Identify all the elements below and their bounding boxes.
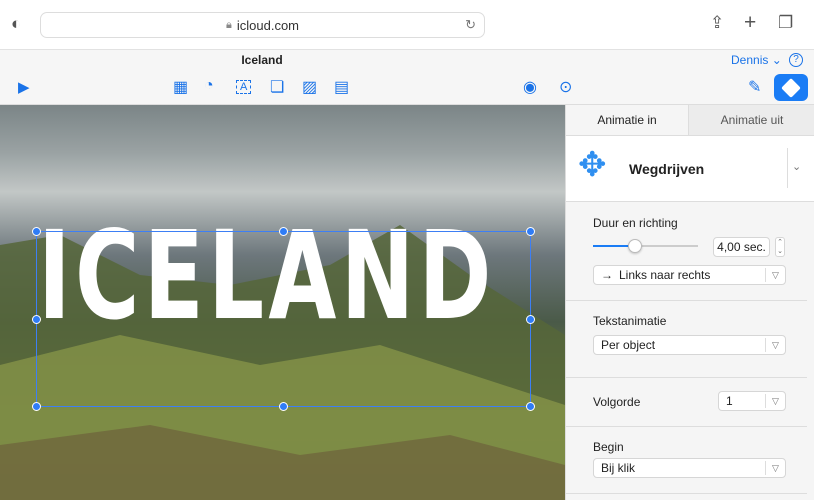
comment-icon[interactable]: ▤	[334, 77, 349, 97]
begin-select[interactable]: Bij klik ▽	[593, 458, 786, 478]
resize-handle[interactable]	[32, 315, 41, 324]
app-toolbar: Iceland Dennis ⌄ ? ▶ ▦ ◔ A ❏ ▨ ▤ ◉ ⊙ ✎	[0, 50, 814, 105]
play-icon[interactable]: ▶	[18, 78, 30, 96]
text-animation-select[interactable]: Per object ▽	[593, 335, 786, 355]
text-box-icon[interactable]: A	[236, 80, 251, 94]
order-value: 1	[726, 394, 733, 408]
more-icon[interactable]: ⊙	[559, 77, 572, 97]
shape-icon[interactable]: ❏	[270, 77, 284, 97]
resize-handle[interactable]	[32, 402, 41, 411]
divider	[787, 148, 788, 188]
text-animation-label: Tekstanimatie	[593, 314, 666, 328]
chevron-down-icon: ⌄	[772, 53, 782, 67]
begin-value: Bij klik	[601, 461, 635, 475]
order-label: Volgorde	[593, 395, 640, 409]
tab-animatie-in[interactable]: Animatie in	[566, 105, 689, 136]
selection-box[interactable]	[36, 231, 531, 407]
user-name: Dennis	[731, 53, 768, 67]
chevron-down-icon[interactable]: ⌄	[792, 160, 801, 173]
divider	[566, 377, 807, 378]
arrow-right-icon: →	[601, 268, 613, 282]
media-icon[interactable]: ▨	[302, 77, 317, 97]
divider	[566, 426, 807, 427]
privacy-shield-icon[interactable]: ◐	[11, 14, 21, 34]
help-button[interactable]: ?	[789, 53, 803, 67]
address-bar[interactable]: 🔒︎ icloud.com ↻	[40, 12, 485, 38]
animate-brush-icon[interactable]: ✎	[748, 77, 761, 97]
effect-selector[interactable]: ✥ Wegdrijven ⌄	[566, 136, 814, 202]
new-tab-icon[interactable]: +	[744, 11, 756, 35]
reload-icon[interactable]: ↻	[465, 17, 476, 33]
text-animation-value: Per object	[601, 338, 655, 352]
resize-handle[interactable]	[279, 227, 288, 236]
share-icon[interactable]: ⇪	[710, 13, 724, 33]
duration-slider[interactable]	[593, 245, 698, 247]
order-select[interactable]: 1 ▽	[718, 391, 786, 411]
direction-select[interactable]: → Links naar rechts ▽	[593, 265, 786, 285]
chevron-down-icon: ▽	[765, 394, 785, 408]
chevron-down-icon: ▽	[765, 461, 785, 475]
slide-canvas[interactable]: ICELAND	[0, 105, 565, 500]
collaborate-icon[interactable]: ◉	[523, 77, 537, 97]
table-icon[interactable]: ▦	[173, 77, 188, 97]
slider-thumb[interactable]	[628, 239, 642, 253]
resize-handle[interactable]	[526, 315, 535, 324]
chevron-down-icon: ▽	[765, 268, 785, 282]
tabs-overview-icon[interactable]: ❐	[778, 13, 793, 33]
chevron-down-icon: ▽	[765, 338, 785, 352]
url-text: icloud.com	[237, 18, 299, 33]
divider	[566, 493, 807, 494]
effect-name: Wegdrijven	[629, 161, 704, 177]
chart-icon[interactable]: ◔	[204, 77, 214, 95]
user-menu[interactable]: Dennis ⌄	[731, 53, 782, 67]
resize-handle[interactable]	[32, 227, 41, 236]
resize-handle[interactable]	[279, 402, 288, 411]
duration-stepper[interactable]: ⌃⌄	[775, 237, 785, 257]
duration-field[interactable]: 4,00 sec.	[713, 237, 770, 257]
tab-animatie-uit[interactable]: Animatie uit	[689, 105, 814, 136]
document-title: Iceland	[0, 53, 524, 67]
browser-toolbar: ◐ 🔒︎ icloud.com ↻ ⇪ + ❐	[0, 0, 814, 50]
duration-label: Duur en richting	[593, 216, 678, 230]
animation-panel: Animatie in Animatie uit ✥ Wegdrijven ⌄ …	[565, 105, 814, 500]
animate-button[interactable]	[774, 74, 808, 101]
diamond-icon	[781, 78, 801, 98]
divider	[566, 300, 807, 301]
direction-value: Links naar rechts	[619, 268, 710, 282]
resize-handle[interactable]	[526, 402, 535, 411]
resize-handle[interactable]	[526, 227, 535, 236]
begin-label: Begin	[593, 440, 624, 454]
drift-arrows-icon: ✥	[578, 148, 607, 182]
lock-icon: 🔒︎	[226, 19, 232, 32]
